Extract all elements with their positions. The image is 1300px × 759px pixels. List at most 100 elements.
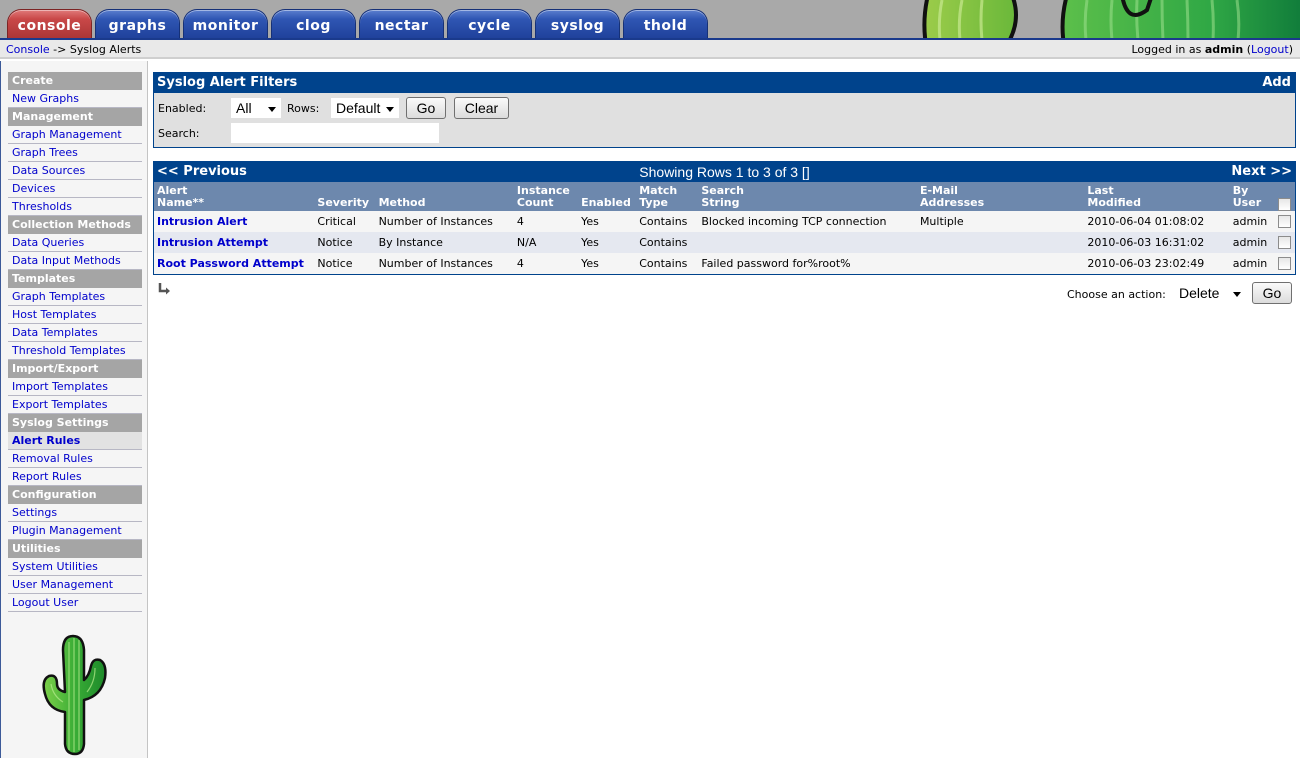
column-header[interactable]: Severity — [314, 182, 375, 211]
cell-count: N/A — [516, 236, 537, 249]
navigation-bar: Console -> Syslog Alerts Logged in as ad… — [0, 40, 1300, 59]
sidebar-item-data-sources[interactable]: Data Sources — [8, 162, 142, 180]
rows-label: Rows: — [287, 102, 320, 115]
sidebar-item-removal-rules[interactable]: Removal Rules — [8, 450, 142, 468]
action-select[interactable]: Delete — [1174, 283, 1246, 303]
sidebar-item-alert-rules[interactable]: Alert Rules — [8, 432, 142, 450]
sidebar-item-report-rules[interactable]: Report Rules — [8, 468, 142, 486]
sidebar-item-settings[interactable]: Settings — [8, 504, 142, 522]
cell-modified: 2010-06-04 01:08:02 — [1087, 215, 1205, 228]
chevron-down-icon — [386, 107, 394, 112]
alert-name-link[interactable]: Intrusion Attempt — [157, 236, 268, 249]
breadcrumb: Console -> Syslog Alerts — [6, 43, 141, 56]
cell-enabled: Yes — [581, 215, 599, 228]
sidebar-item-devices[interactable]: Devices — [8, 180, 142, 198]
sidebar-item-import-templates[interactable]: Import Templates — [8, 378, 142, 396]
action-select-value: Delete — [1179, 285, 1220, 301]
tab-cycle[interactable]: cycle — [447, 9, 532, 38]
table-row[interactable]: Intrusion Attempt Notice By Instance N/A Yes… — [154, 232, 1295, 253]
column-header[interactable]: E-Mail Addresses — [917, 182, 1084, 211]
login-prefix: Logged in as — [1131, 43, 1202, 56]
sidebar-section-header: Templates — [8, 270, 142, 288]
syslog-alert-filters-panel: Syslog Alert Filters Add Enabled: All Ro… — [153, 72, 1296, 148]
cell-method: Number of Instances — [378, 215, 493, 228]
cell-search: Failed password for%root% — [701, 257, 851, 270]
select-all-checkbox[interactable] — [1278, 198, 1292, 211]
sidebar-item-data-queries[interactable]: Data Queries — [8, 234, 142, 252]
column-header[interactable]: Last Modified — [1084, 182, 1229, 211]
paren-close: ) — [1288, 43, 1293, 56]
sidebar-menu: Create New Graphs Management Graph Manageme… — [8, 72, 142, 612]
column-header[interactable]: Instance Count — [514, 182, 578, 211]
sidebar-item-plugin-management[interactable]: Plugin Management — [8, 522, 142, 540]
next-page-link[interactable]: Next >> — [1231, 162, 1292, 182]
column-header[interactable]: Alert Name** — [154, 182, 314, 211]
breadcrumb-separator: -> — [53, 43, 67, 56]
tab-thold[interactable]: thold — [623, 9, 708, 38]
sidebar-item-thresholds[interactable]: Thresholds — [8, 198, 142, 216]
filters-header: Syslog Alert Filters Add — [154, 73, 1295, 93]
sidebar-item-threshold-templates[interactable]: Threshold Templates — [8, 342, 142, 360]
sidebar-section-header: Create — [8, 72, 142, 90]
column-header[interactable]: Match Type — [636, 182, 698, 211]
sidebar-item-graph-trees[interactable]: Graph Trees — [8, 144, 142, 162]
main-tabs: console graphs monitor clog nectar cycle… — [7, 9, 711, 38]
cell-select — [1275, 253, 1295, 274]
alert-name-link[interactable]: Intrusion Alert — [157, 215, 247, 228]
filter-clear-button[interactable]: Clear — [454, 97, 509, 119]
column-header-line2: Severity — [317, 196, 370, 209]
search-input[interactable] — [231, 123, 439, 143]
tab-monitor[interactable]: monitor — [183, 9, 268, 38]
sidebar-item-user-management[interactable]: User Management — [8, 576, 142, 594]
tab-console[interactable]: console — [7, 9, 92, 38]
sidebar-item-data-templates[interactable]: Data Templates — [8, 324, 142, 342]
sidebar-section-header: Collection Methods — [8, 216, 142, 234]
choose-action-label: Choose an action: — [1067, 288, 1166, 301]
column-header[interactable]: Enabled — [578, 182, 636, 211]
tab-graphs[interactable]: graphs — [95, 9, 180, 38]
table-row[interactable]: Intrusion Alert Critical Number of Instanc… — [154, 211, 1295, 232]
rows-select[interactable]: Default — [331, 98, 399, 118]
pagination-bar: << Previous Showing Rows 1 to 3 of 3 [] … — [154, 162, 1295, 182]
breadcrumb-console-link[interactable]: Console — [6, 43, 50, 56]
enabled-select[interactable]: All — [231, 98, 281, 118]
column-header[interactable]: Method — [376, 182, 514, 211]
filter-go-button[interactable]: Go — [406, 97, 446, 119]
cell-email: Multiple — [919, 215, 964, 228]
logout-link[interactable]: Logout — [1251, 43, 1289, 56]
cell-modified: 2010-06-03 23:02:49 — [1087, 257, 1205, 270]
sidebar-item-data-input-methods[interactable]: Data Input Methods — [8, 252, 142, 270]
sidebar-item-export-templates[interactable]: Export Templates — [8, 396, 142, 414]
cell-user: admin — [1232, 215, 1268, 228]
enabled-label: Enabled: — [158, 102, 207, 115]
enabled-select-value: All — [236, 100, 252, 116]
alert-name-link[interactable]: Root Password Attempt — [157, 257, 304, 270]
cactus-banner-image — [912, 0, 1300, 38]
add-alert-button[interactable]: Add — [1262, 73, 1291, 93]
cell-email — [917, 232, 1084, 253]
sidebar-item-graph-management[interactable]: Graph Management — [8, 126, 142, 144]
sidebar-item-system-utilities[interactable]: System Utilities — [8, 558, 142, 576]
cell-match: Contains — [639, 236, 688, 249]
row-checkbox[interactable] — [1278, 236, 1292, 250]
row-checkbox[interactable] — [1278, 257, 1292, 271]
row-checkbox[interactable] — [1278, 215, 1292, 229]
table-header-row: Alert Name** Severity Method Instance Count En… — [154, 182, 1295, 211]
cell-user: admin — [1232, 236, 1268, 249]
cell-severity: Notice — [317, 236, 353, 249]
column-header-line2: Enabled — [581, 196, 631, 209]
sidebar-item-logout-user[interactable]: Logout User — [8, 594, 142, 612]
cell-match: Contains — [639, 257, 688, 270]
sidebar-item-new-graphs[interactable]: New Graphs — [8, 90, 142, 108]
sidebar-item-host-templates[interactable]: Host Templates — [8, 306, 142, 324]
tab-syslog[interactable]: syslog — [535, 9, 620, 38]
tab-clog[interactable]: clog — [271, 9, 356, 38]
sidebar-item-graph-templates[interactable]: Graph Templates — [8, 288, 142, 306]
column-header[interactable]: Search String — [698, 182, 917, 211]
column-header[interactable]: By User — [1230, 182, 1275, 211]
tab-nectar[interactable]: nectar — [359, 9, 444, 38]
login-status: Logged in as admin (Logout) — [1131, 43, 1293, 56]
action-go-button[interactable]: Go — [1252, 282, 1292, 304]
sidebar-section-header: Configuration — [8, 486, 142, 504]
table-row[interactable]: Root Password Attempt Notice Number of Ins… — [154, 253, 1295, 274]
